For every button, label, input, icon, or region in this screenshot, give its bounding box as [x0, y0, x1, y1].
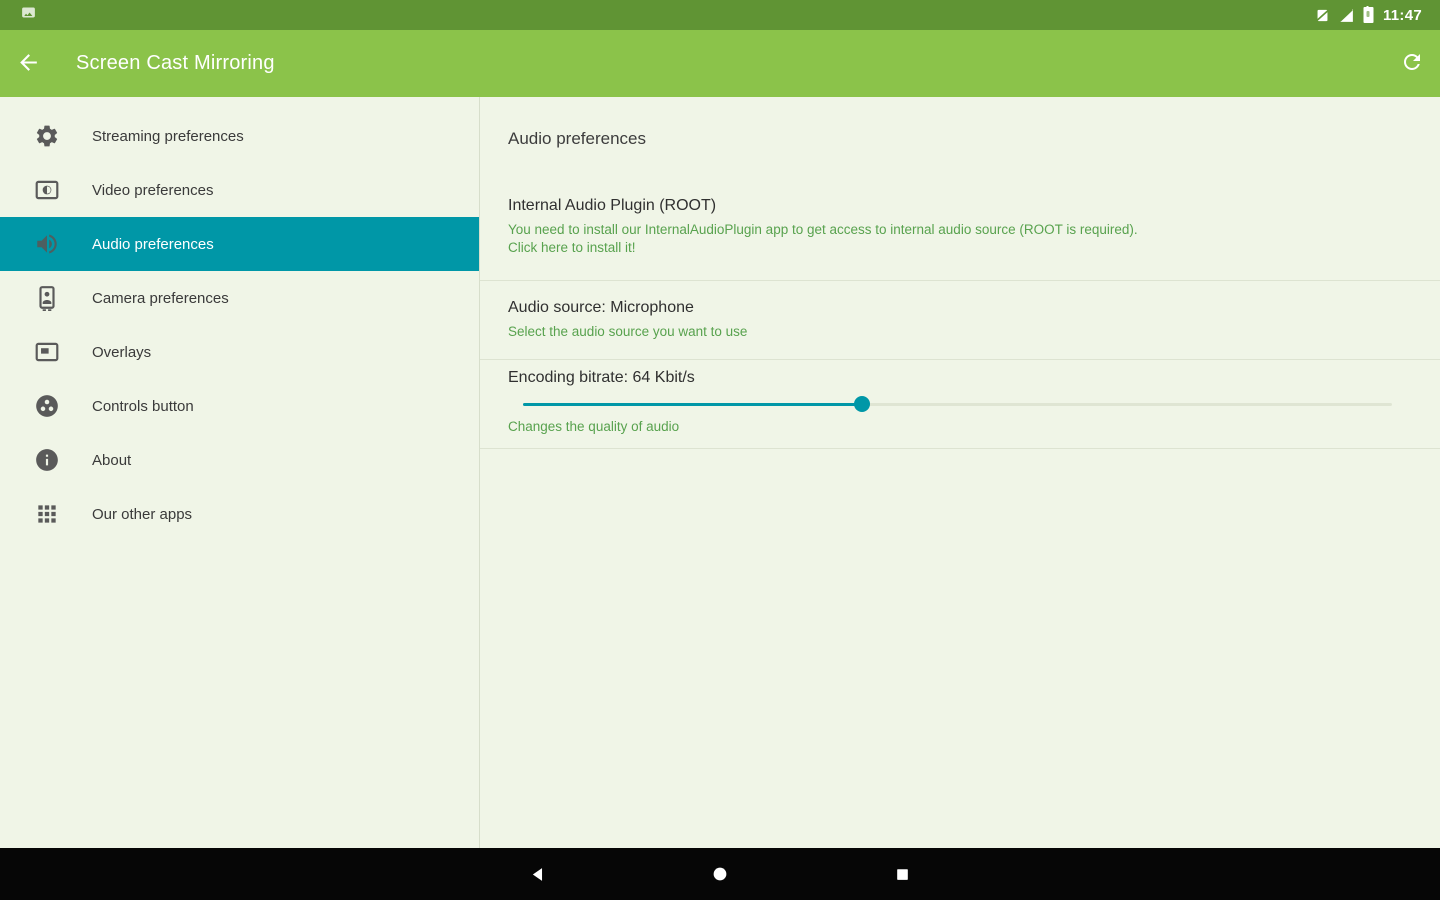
sidebar-item-label: Overlays	[92, 343, 152, 361]
settings-sidebar: Streaming preferences Video preferences …	[0, 97, 480, 848]
sidebar-item-our-other-apps[interactable]: Our other apps	[0, 487, 479, 541]
sidebar-item-label: About	[92, 451, 132, 469]
camera-icon	[33, 284, 61, 312]
settings-detail-pane: Audio preferences Internal Audio Plugin …	[480, 97, 1440, 848]
home-circle-icon	[711, 865, 729, 883]
sidebar-item-audio-preferences[interactable]: Audio preferences	[0, 217, 479, 271]
status-left-icons	[10, 4, 37, 26]
nav-home-button[interactable]	[696, 850, 744, 898]
sidebar-item-label: Streaming preferences	[92, 127, 244, 145]
refresh-button[interactable]	[1384, 30, 1440, 97]
sidebar-item-overlays[interactable]: Overlays	[0, 325, 479, 379]
refresh-icon	[1400, 50, 1424, 77]
pref-summary: Select the audio source you want to use	[508, 324, 748, 339]
controls-icon	[33, 392, 61, 420]
pref-internal-audio-plugin[interactable]: Internal Audio Plugin (ROOT) You need to…	[480, 149, 1440, 280]
sidebar-item-label: Audio preferences	[92, 235, 214, 253]
pref-summary: You need to install our InternalAudioPlu…	[508, 222, 1138, 237]
no-signal-icon	[1338, 7, 1355, 24]
slider-track	[523, 402, 1392, 406]
status-bar: 11:47	[0, 0, 1440, 30]
apps-grid-icon	[33, 500, 61, 528]
sidebar-item-video-preferences[interactable]: Video preferences	[0, 163, 479, 217]
back-button[interactable]	[0, 30, 56, 97]
recents-square-icon	[894, 866, 911, 883]
overlay-icon	[33, 338, 61, 366]
nav-recents-button[interactable]	[878, 850, 926, 898]
app-bar: Screen Cast Mirroring	[0, 30, 1440, 97]
navigation-bar	[0, 848, 1440, 900]
pref-audio-source[interactable]: Audio source: Microphone Select the audi…	[480, 281, 1440, 359]
arrow-back-icon	[16, 50, 41, 78]
status-time: 11:47	[1382, 6, 1422, 24]
divider	[480, 448, 1440, 449]
back-triangle-icon	[530, 866, 547, 883]
sidebar-item-label: Our other apps	[92, 505, 193, 523]
no-sim-icon	[1314, 7, 1331, 24]
slider-fill	[523, 402, 862, 406]
sidebar-item-camera-preferences[interactable]: Camera preferences	[0, 271, 479, 325]
gear-icon	[33, 122, 61, 150]
content-area: Streaming preferences Video preferences …	[0, 97, 1440, 848]
pref-title: Internal Audio Plugin (ROOT)	[508, 197, 717, 214]
battery-icon	[1362, 6, 1374, 24]
speaker-icon	[33, 230, 61, 258]
sidebar-item-controls-button[interactable]: Controls button	[0, 379, 479, 433]
slider-thumb[interactable]	[853, 396, 870, 412]
pref-summary-link: Click here to install it!	[508, 240, 636, 255]
notification-icon	[20, 4, 37, 26]
pref-title: Audio source: Microphone	[508, 299, 694, 316]
pref-summary: Changes the quality of audio	[508, 419, 680, 434]
sidebar-item-label: Controls button	[92, 397, 194, 415]
nav-back-button[interactable]	[514, 850, 562, 898]
app-title: Screen Cast Mirroring	[76, 52, 275, 74]
info-icon	[33, 446, 61, 474]
pref-title: Encoding bitrate: 64 Kbit/s	[508, 369, 695, 386]
status-right-icons: 11:47	[1314, 6, 1430, 24]
sidebar-item-streaming-preferences[interactable]: Streaming preferences	[0, 109, 479, 163]
sidebar-item-about[interactable]: About	[0, 433, 479, 487]
android-screen: 11:47 Screen Cast Mirroring Streaming pr…	[0, 0, 1440, 900]
bitrate-slider[interactable]	[523, 396, 1392, 412]
sidebar-item-label: Camera preferences	[92, 289, 229, 307]
pref-encoding-bitrate[interactable]: Encoding bitrate: 64 Kbit/s Changes the …	[480, 360, 1440, 448]
video-icon	[33, 176, 61, 204]
page-title: Audio preferences	[508, 129, 646, 148]
sidebar-item-label: Video preferences	[92, 181, 214, 199]
